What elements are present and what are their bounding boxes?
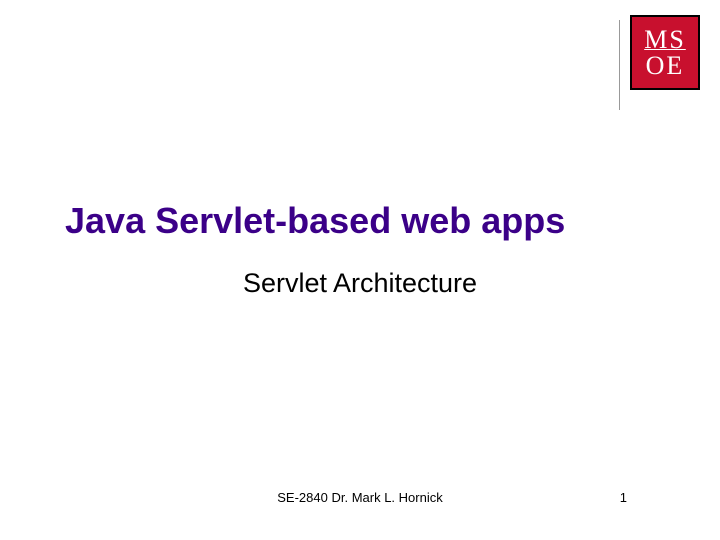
msoe-logo: MS OE: [630, 15, 700, 90]
logo-text-line2: OE: [646, 53, 685, 79]
logo-text-line1: MS: [644, 27, 686, 53]
slide-subtitle: Servlet Architecture: [0, 268, 720, 299]
page-number: 1: [620, 490, 627, 505]
slide-title: Java Servlet-based web apps: [65, 200, 565, 242]
divider-line: [619, 20, 620, 110]
footer-text: SE-2840 Dr. Mark L. Hornick: [0, 490, 720, 505]
logo-area: MS OE: [619, 15, 700, 110]
